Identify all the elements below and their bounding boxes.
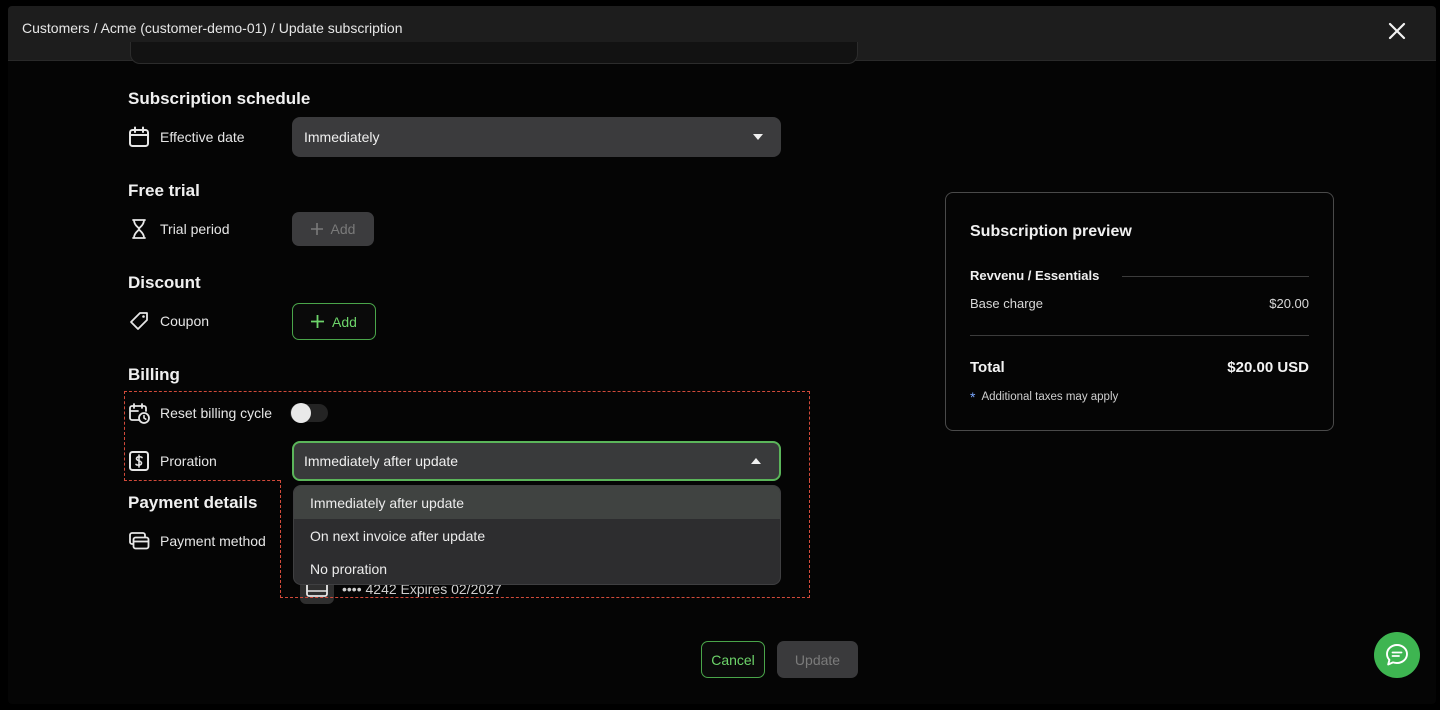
- asterisk-icon: *: [970, 389, 976, 405]
- plus-icon: [310, 223, 323, 235]
- preview-plan: Revvenu / Essentials: [970, 268, 1100, 283]
- divider: [1122, 276, 1309, 277]
- coupon-label: Coupon: [160, 313, 210, 329]
- trial-add-button[interactable]: Add: [292, 212, 374, 246]
- credit-cards-icon: [129, 532, 150, 550]
- total-value: $20.00 USD: [1227, 359, 1309, 376]
- subscription-preview-card: Subscription preview Revvenu / Essential…: [945, 192, 1334, 431]
- proration-label: Proration: [160, 453, 217, 469]
- plus-icon: [311, 315, 325, 328]
- effective-date-label: Effective date: [160, 129, 245, 145]
- section-title-schedule: Subscription schedule: [128, 89, 311, 108]
- preview-title: Subscription preview: [970, 223, 1132, 240]
- chat-button[interactable]: [1374, 632, 1420, 678]
- close-icon[interactable]: [1384, 18, 1410, 44]
- chat-bubble-icon: [1386, 644, 1408, 666]
- payment-method-row: Payment method: [128, 529, 266, 553]
- total-label: Total: [970, 359, 1005, 376]
- proration-dropdown-menu: Immediately after update On next invoice…: [293, 485, 781, 585]
- base-charge-label: Base charge: [970, 296, 1043, 311]
- section-title-free-trial: Free trial: [128, 181, 200, 200]
- calendar-icon: [129, 126, 149, 147]
- update-button[interactable]: Update: [777, 641, 858, 678]
- tag-icon: [130, 312, 148, 330]
- section-title-payment: Payment details: [128, 493, 258, 512]
- breadcrumb: Customers / Acme (customer-demo-01) / Up…: [22, 20, 403, 36]
- proration-row: Proration: [128, 449, 217, 473]
- effective-date-select[interactable]: Immediately: [292, 117, 781, 157]
- coupon-row: Coupon: [128, 309, 209, 333]
- trial-add-label: Add: [330, 221, 356, 237]
- proration-value: Immediately after update: [304, 453, 459, 469]
- base-charge-value: $20.00: [1269, 296, 1309, 311]
- coupon-add-label: Add: [332, 313, 357, 330]
- chevron-up-icon: [751, 458, 761, 464]
- effective-date-value: Immediately: [304, 129, 380, 145]
- proration-option-none[interactable]: No proration: [294, 552, 780, 584]
- divider: [970, 335, 1309, 336]
- annotation-highlight-step: [124, 480, 280, 481]
- proration-option-next-invoice[interactable]: On next invoice after update: [294, 519, 780, 552]
- proration-select[interactable]: Immediately after update: [292, 441, 781, 481]
- payment-method-label: Payment method: [160, 533, 266, 549]
- reset-billing-cycle-row: Reset billing cycle: [128, 401, 272, 425]
- chevron-down-icon: [753, 134, 763, 140]
- trial-period-label: Trial period: [160, 221, 230, 237]
- tax-note: * Additional taxes may apply: [970, 389, 1118, 405]
- reset-billing-cycle-label: Reset billing cycle: [160, 405, 273, 421]
- trial-period-row: Trial period: [128, 217, 230, 241]
- dollar-doc-icon: [129, 451, 149, 471]
- reset-billing-cycle-toggle[interactable]: [290, 403, 328, 423]
- hourglass-icon: [132, 219, 146, 239]
- update-subscription-modal: Customers / Acme (customer-demo-01) / Up…: [8, 6, 1436, 704]
- proration-option-immediately[interactable]: Immediately after update: [294, 486, 780, 519]
- tax-note-text: Additional taxes may apply: [981, 391, 1119, 403]
- section-title-billing: Billing: [128, 365, 180, 384]
- section-title-discount: Discount: [128, 273, 201, 292]
- toggle-knob: [291, 403, 311, 423]
- coupon-add-button[interactable]: Add: [292, 303, 376, 340]
- scrolled-field: [130, 42, 858, 64]
- effective-date-row: Effective date: [128, 125, 245, 149]
- cancel-button[interactable]: Cancel: [701, 641, 765, 678]
- calendar-clock-icon: [129, 403, 150, 424]
